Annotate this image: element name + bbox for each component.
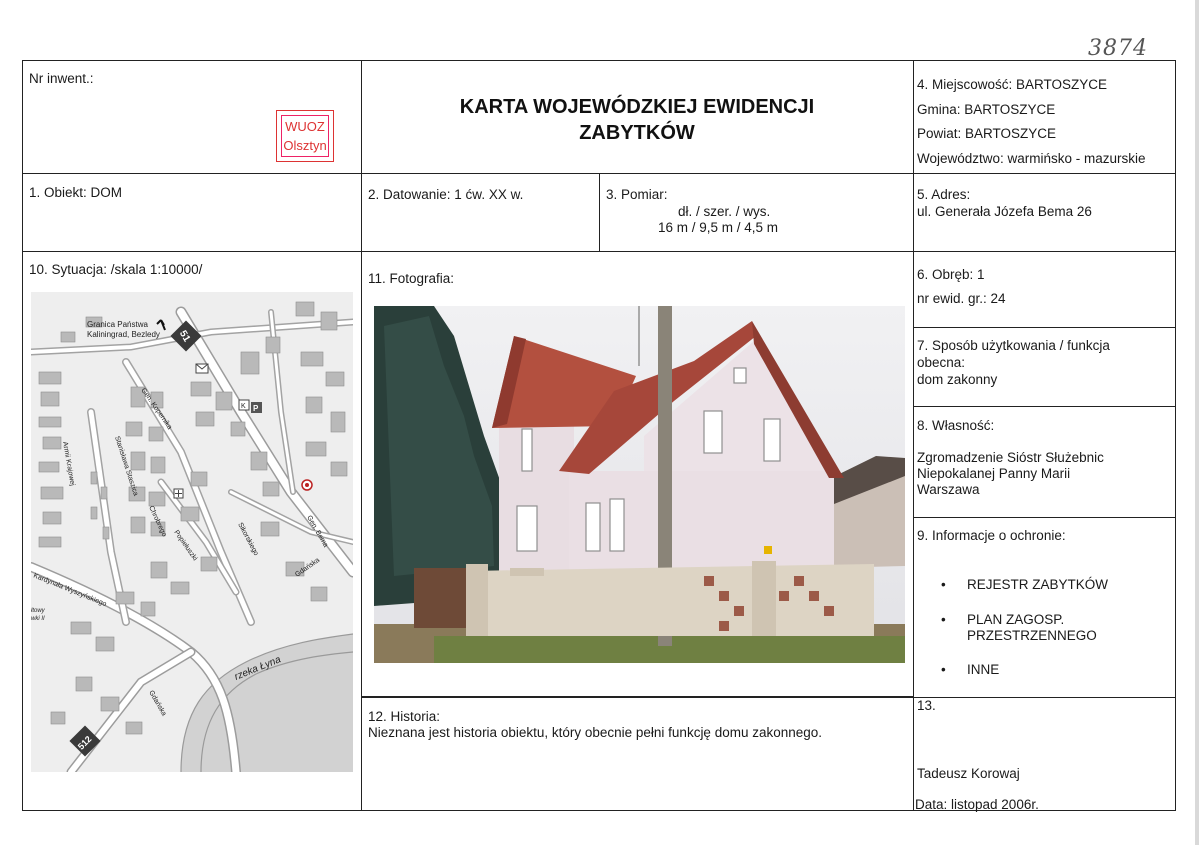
protection-label: 9. Informacje o ochronie: <box>917 528 1066 543</box>
author-cell <box>913 697 1176 811</box>
inventory-number-label: Nr inwent.: <box>29 71 94 86</box>
title-line-2: ZABYTKÓW <box>579 122 695 144</box>
county: Powiat: BARTOSZYCE <box>917 126 1057 141</box>
map-label-edge-2: wki II <box>31 616 45 622</box>
voivodeship: Województwo: warmińsko - mazurskie <box>917 151 1146 166</box>
wuoz-stamp: WUOZ Olsztyn <box>276 110 334 162</box>
plot-number: nr ewid. gr.: 24 <box>917 291 1006 306</box>
object-type: 1. Obiekt: DOM <box>29 185 123 200</box>
map-label-border-2: Kaliningrad, Bezledy <box>87 330 160 339</box>
map-label-p: P <box>253 404 259 413</box>
ownership-line-3: Warszawa <box>917 482 980 497</box>
author-name: Tadeusz Korowaj <box>917 766 1020 781</box>
bullet: • <box>941 577 946 592</box>
commune: Gmina: BARTOSZYCE <box>917 102 1056 117</box>
map-label-border-1: Granica Państwa <box>87 320 148 329</box>
card-title: KARTA WOJEWÓDZKIEJ EWIDENCJI ZABYTKÓW <box>362 94 912 146</box>
address-value: ul. Generała Józefa Bema 26 <box>917 204 1092 219</box>
ownership-label: 8. Własność: <box>917 418 995 433</box>
title-line-1: KARTA WOJEWÓDZKIEJ EWIDENCJI <box>459 96 815 118</box>
address-label: 5. Adres: <box>917 187 971 202</box>
precinct: 6. Obręb: 1 <box>917 267 985 282</box>
protection-item-label: PLAN ZAGOSP. <box>967 612 1065 627</box>
house-photo-drawing <box>374 306 905 663</box>
stamp-line-1: WUOZ <box>285 119 325 134</box>
history-label: 12. Historia: <box>368 709 441 724</box>
measurement-label: 3. Pomiar: <box>606 187 668 202</box>
protection-item-label: REJESTR ZABYTKÓW <box>967 577 1109 592</box>
house-photo <box>374 306 905 663</box>
map-label-edge-1: łtowy <box>31 608 46 614</box>
stamp-line-2: Olsztyn <box>283 138 327 153</box>
measurement-values: 16 m / 9,5 m / 4,5 m <box>658 220 779 235</box>
protection-item-label: INNE <box>967 662 1000 677</box>
protection-item-label: PRZESTRZENNEGO <box>967 628 1097 643</box>
usage-value: dom zakonny <box>917 372 998 387</box>
ownership-line-1: Zgromadzenie Sióstr Służebnic <box>917 450 1104 465</box>
scan-edge <box>1195 0 1199 845</box>
record-date: Data: listopad 2006r. <box>915 797 1039 812</box>
map-drawing: Granica Państwa Kaliningrad, Bezledy 51 … <box>31 292 353 772</box>
protection-cell <box>913 517 1176 698</box>
bullet: • <box>941 612 946 627</box>
ownership-line-2: Niepokalanej Panny Marii <box>917 466 1071 481</box>
box-13-label: 13. <box>917 698 936 713</box>
handwritten-number: 3874 <box>1088 36 1148 61</box>
bullet: • <box>941 662 946 677</box>
usage-label-2: obecna: <box>917 355 966 370</box>
photo-label: 11. Fotografia: <box>368 271 455 286</box>
situation-map: Granica Państwa Kaliningrad, Bezledy 51 … <box>31 292 353 772</box>
situation-label: 10. Sytuacja: /skala 1:10000/ <box>29 262 203 277</box>
heritage-record-card: 3874 Nr inwent.: WUOZ Olsztyn KARTA WOJE… <box>0 0 1199 845</box>
measurement-dimensions: dł. / szer. / wys. <box>678 204 771 219</box>
dating-cell <box>361 173 600 252</box>
usage-label-1: 7. Sposób użytkowania / funkcja <box>917 338 1110 353</box>
locality: 4. Miejscowość: BARTOSZYCE <box>917 77 1108 92</box>
map-label-k: K <box>241 403 246 410</box>
history-text: Nieznana jest historia obiektu, który ob… <box>368 725 823 740</box>
dating: 2. Datowanie: 1 ćw. XX w. <box>368 187 524 202</box>
history-cell <box>361 697 914 811</box>
